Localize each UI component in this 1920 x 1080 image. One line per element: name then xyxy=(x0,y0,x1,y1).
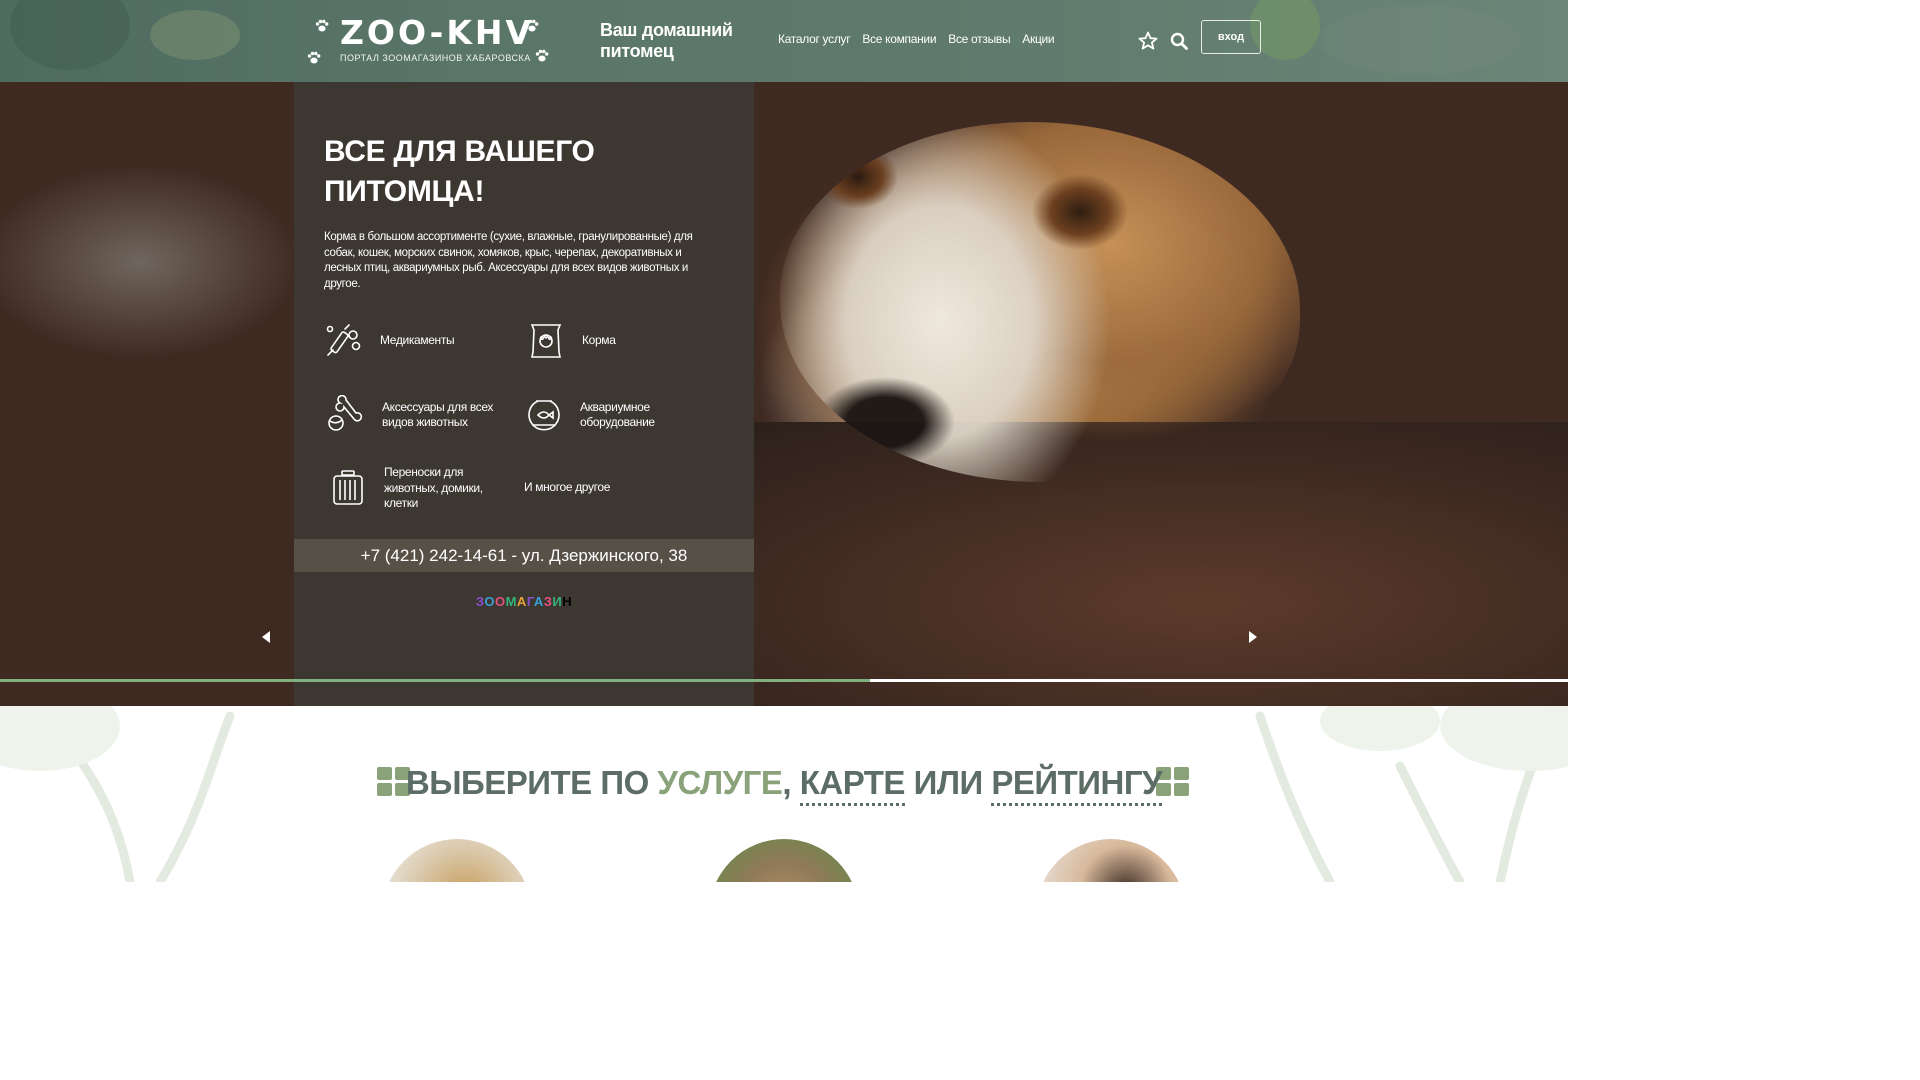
slider-prev-arrow-icon[interactable] xyxy=(259,629,273,645)
choose-by-service-link[interactable]: УСЛУГЕ xyxy=(657,764,782,801)
choose-by-rating-link[interactable]: РЕЙТИНГУ xyxy=(991,764,1163,806)
search-icon[interactable] xyxy=(1169,31,1189,51)
aquarium-icon xyxy=(528,400,560,431)
choose-by-map-link[interactable]: КАРТЕ xyxy=(799,764,905,806)
bone-ball-icon xyxy=(328,395,363,431)
slider-progress-bar xyxy=(0,679,871,682)
section-title: ВЫБЕРИТЕ ПО УСЛУГЕ, КАРТЕ ИЛИ РЕЙТИНГУ xyxy=(0,764,1568,806)
header-decoration xyxy=(10,0,130,70)
login-button[interactable]: вход xyxy=(1201,20,1261,54)
star-icon[interactable] xyxy=(1138,31,1158,51)
feature-food: Корма xyxy=(526,321,616,361)
dog-photo xyxy=(780,122,1300,482)
site-logo[interactable]: ZOO-KHV ПОРТАЛ ЗООМАГАЗИНОВ ХАБАРОВСКА xyxy=(306,14,552,68)
feature-label: И многое другое xyxy=(524,480,611,494)
shop-brand-logo[interactable]: ЗООМАГАЗИН xyxy=(294,594,754,609)
paw-icon xyxy=(315,19,329,32)
feature-more: И многое другое xyxy=(524,480,610,496)
medicine-icon xyxy=(326,324,361,356)
site-header: ZOO-KHV ПОРТАЛ ЗООМАГАЗИНОВ ХАБАРОВСКА В… xyxy=(0,0,1568,82)
choose-section: ВЫБЕРИТЕ ПО УСЛУГЕ, КАРТЕ ИЛИ РЕЙТИНГУ xyxy=(0,706,1568,882)
feature-accessories: Аксессуары для всех видов животных xyxy=(326,395,506,435)
pet-food-icon xyxy=(530,324,562,358)
feature-label: Корма xyxy=(582,333,616,348)
nav-item-catalog[interactable]: Каталог услуг xyxy=(778,32,851,46)
brand-letter: О xyxy=(484,594,495,609)
hero-slider: ВСЕ ДЛЯ ВАШЕГО ПИТОМЦА! Корма в большом … xyxy=(0,82,1568,706)
section-title-part: ВЫБЕРИТЕ ПО xyxy=(405,764,658,801)
feature-label: Аквариумное оборудование xyxy=(580,399,655,430)
brand-letter: А xyxy=(533,594,544,609)
feature-label: Медикаменты xyxy=(380,333,455,348)
brand-letter: Н xyxy=(562,594,573,609)
section-title-part: ИЛИ xyxy=(904,764,992,801)
section-title-part: , xyxy=(782,764,800,801)
feature-label: Переноски для животных, домики, клетки xyxy=(384,465,483,510)
feature-medicine: Медикаменты xyxy=(324,321,455,361)
brand-letter: Г xyxy=(526,594,534,609)
hero-title: ВСЕ ДЛЯ ВАШЕГО ПИТОМЦА! xyxy=(324,135,595,208)
feature-label: Аксессуары для всех видов животных xyxy=(382,399,494,430)
nav-item-reviews[interactable]: Все отзывы xyxy=(948,32,1010,46)
logo-subtitle: ПОРТАЛ ЗООМАГАЗИНОВ ХАБАРОВСКА xyxy=(340,53,531,63)
contact-phone-address[interactable]: +7 (421) 242-14-61 - ул. Дзержинского, 3… xyxy=(294,539,754,572)
hero-panel: ВСЕ ДЛЯ ВАШЕГО ПИТОМЦА! Корма в большом … xyxy=(294,82,754,706)
main-nav: Каталог услуг Все компании Все отзывы Ак… xyxy=(778,32,1055,46)
header-decoration xyxy=(1320,5,1520,75)
site-tagline: Ваш домашний питомец xyxy=(600,20,733,61)
nav-item-companies[interactable]: Все компании xyxy=(862,32,936,46)
logo-text: ZOO-KHV xyxy=(340,13,535,52)
brand-letter: М xyxy=(505,594,517,609)
slider-next-arrow-icon[interactable] xyxy=(1246,629,1260,645)
brand-letter: И xyxy=(552,594,563,609)
hero-background xyxy=(0,82,300,706)
feature-carriers: Переноски для животных, домики, клетки xyxy=(328,465,508,512)
cage-icon xyxy=(333,470,363,506)
hero-description: Корма в большом ассортименте (сухие, вла… xyxy=(324,231,693,290)
nav-item-promotions[interactable]: Акции xyxy=(1022,32,1054,46)
brand-letter: О xyxy=(494,594,506,609)
header-decoration xyxy=(150,10,240,60)
paw-icon xyxy=(307,51,321,64)
brand-letter: А xyxy=(516,594,527,609)
feature-aquarium: Аквариумное оборудование xyxy=(524,395,694,435)
paw-icon xyxy=(535,49,549,62)
